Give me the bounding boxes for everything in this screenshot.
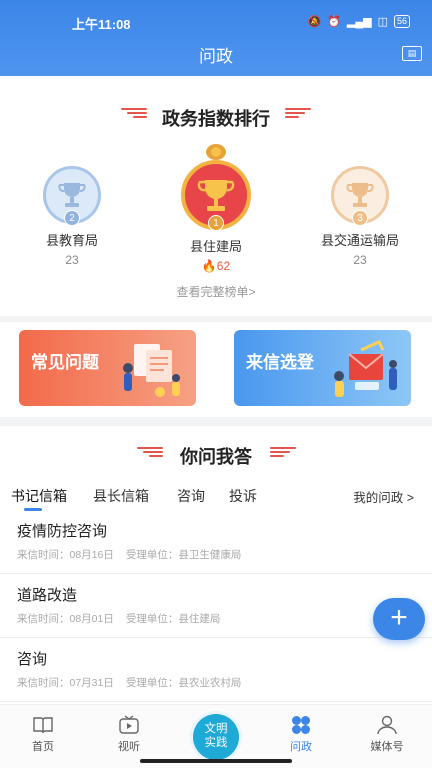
wifi-icon: ◫ [377, 16, 388, 28]
rank-number: 3 [352, 210, 368, 226]
rank-number: 2 [64, 210, 80, 226]
trophy-silver-icon: 2 [43, 166, 101, 226]
item-date: 来信时间：07月31日 [17, 677, 114, 689]
item-meta: 来信时间：07月31日 受理单位：县农业农村局 [17, 675, 253, 690]
nav-media-label: 媒体号 [370, 741, 404, 753]
list-item[interactable]: 咨询 来信时间：07月31日 受理单位：县农业农村局 [0, 638, 432, 702]
qa-section: 你问我答 书记信箱 县长信箱 咨询 投诉 我的问政 > 疫情防控咨询 来信时间：… [0, 426, 432, 704]
item-unit: 受理单位：县卫生健康局 [125, 549, 242, 561]
trophy-gold-icon: 1 [181, 160, 251, 231]
item-meta: 来信时间：08月01日 受理单位：县住建局 [17, 611, 232, 626]
mailbox-tabs: 书记信箱 县长信箱 咨询 投诉 我的问政 > [0, 481, 432, 511]
user-icon [377, 715, 397, 735]
tab-county-head-mailbox[interactable]: 县长信箱 [93, 486, 149, 506]
center-line-2: 实践 [204, 737, 228, 749]
status-bar: 上午11:08 🔕 ⏰ ▂▄▆ ◫ 56 [0, 12, 432, 34]
faq-banner-label: 常见问题 [31, 353, 99, 372]
item-date: 来信时间：08月01日 [17, 613, 114, 625]
rank-name: 县教育局 [45, 233, 98, 248]
center-line-1: 文明 [204, 723, 228, 735]
rank-name: 县交通运输局 [320, 233, 399, 248]
tv-play-icon [119, 715, 139, 734]
rank-item-3[interactable]: 3 县交通运输局 23 [310, 166, 410, 267]
list-item[interactable]: 疫情防控咨询 来信时间：08月16日 受理单位：县卫生健康局 [0, 510, 432, 574]
medal-ribbon-icon [206, 144, 226, 160]
view-full-ranking-link[interactable]: 查看完整榜单> [0, 283, 432, 300]
item-meta: 来信时间：08月16日 受理单位：县卫生健康局 [17, 547, 253, 562]
letters-banner-label: 来信选登 [246, 353, 314, 372]
add-question-button[interactable]: + [373, 598, 425, 640]
book-icon [33, 717, 53, 734]
rank-score: 23 [65, 253, 79, 267]
list-item[interactable]: 道路改造 来信时间：08月01日 受理单位：县住建局 [0, 574, 432, 638]
rank-name: 县住建局 [189, 239, 242, 254]
item-unit: 受理单位：县农业农村局 [125, 677, 242, 689]
tab-consult[interactable]: 咨询 [177, 486, 205, 506]
grid-petals-icon [292, 716, 310, 734]
rank-score: 23 [353, 253, 367, 267]
tab-complaint[interactable]: 投诉 [229, 486, 257, 506]
nav-wenzheng[interactable]: 问政 [258, 715, 344, 754]
rank-number: 1 [208, 215, 224, 231]
status-icons: 🔕 ⏰ ▂▄▆ ◫ 56 [307, 15, 410, 28]
rank-item-1[interactable]: 1 县住建局 🔥62 [166, 144, 266, 273]
mute-icon: 🔕 [307, 16, 322, 28]
letters-banner[interactable]: 来信选登 [234, 330, 411, 406]
rank-score: 🔥62 [201, 259, 231, 273]
status-time: 上午11:08 [72, 17, 131, 32]
trophy-bronze-icon: 3 [331, 166, 389, 226]
my-questions-link[interactable]: 我的问政 > [353, 487, 414, 506]
faq-banner[interactable]: 常见问题 [19, 330, 196, 406]
item-unit: 受理单位：县住建局 [125, 613, 221, 625]
item-title: 疫情防控咨询 [17, 523, 108, 540]
ranking-title: 政务指数排行 [162, 109, 270, 129]
home-indicator[interactable] [140, 759, 292, 763]
nav-video[interactable]: 视听 [86, 715, 172, 754]
item-title: 道路改造 [17, 587, 78, 604]
civilization-practice-button[interactable]: 文明 实践 [193, 714, 239, 760]
qa-title: 你问我答 [180, 447, 252, 467]
envelope-illustration-icon [334, 340, 397, 397]
ranking-card: 政务指数排行 2 县教育局 23 1 县住建局 🔥62 3 县交通运输局 2 3 … [0, 76, 432, 316]
news-icon[interactable]: ▤ [402, 46, 422, 61]
tab-secretary-mailbox[interactable]: 书记信箱 [11, 486, 67, 506]
alarm-icon: ⏰ [327, 16, 341, 28]
banner-row: 常见问题 来信选登 [0, 322, 432, 417]
page-title: 问政 [199, 47, 233, 66]
app-header: 上午11:08 🔕 ⏰ ▂▄▆ ◫ 56 问政 ▤ [0, 0, 432, 76]
item-date: 来信时间：08月16日 [17, 549, 114, 561]
nav-home[interactable]: 首页 [0, 715, 86, 754]
item-title: 咨询 [17, 651, 48, 668]
signal-icon: ▂▄▆ [346, 16, 372, 28]
rank-item-2[interactable]: 2 县教育局 23 [22, 166, 122, 267]
title-decoration-right [270, 447, 296, 459]
title-decoration-right [285, 108, 311, 120]
nav-media[interactable]: 媒体号 [344, 715, 430, 754]
nav-video-label: 视听 [118, 741, 140, 753]
nav-home-label: 首页 [32, 741, 54, 753]
battery-icon: 56 [393, 15, 410, 28]
nav-wenzheng-label: 问政 [290, 741, 312, 753]
documents-illustration-icon [123, 344, 180, 397]
fire-icon: 🔥 [201, 259, 217, 273]
